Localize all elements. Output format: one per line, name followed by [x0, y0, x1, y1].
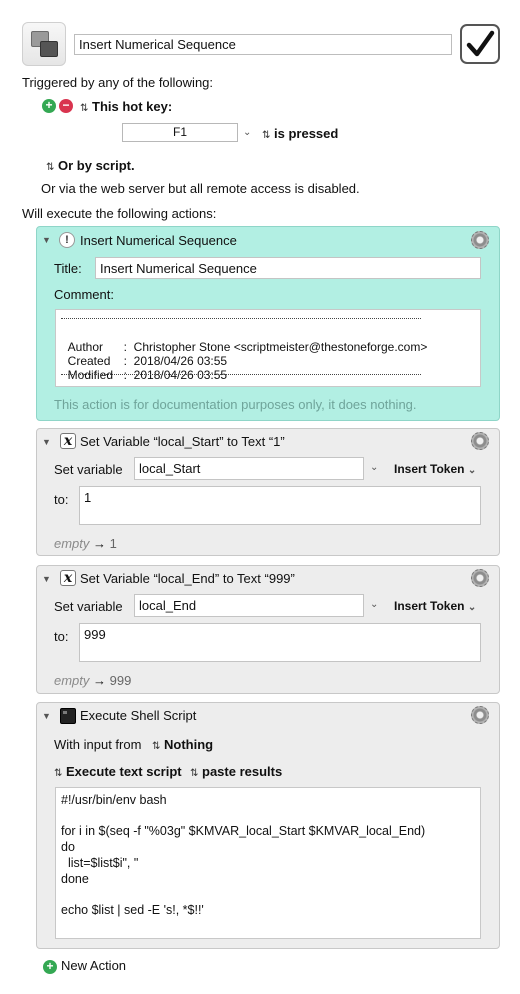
script-line: do: [61, 840, 75, 854]
comment-footer: This action is for documentation purpose…: [54, 397, 417, 412]
variable-name-field[interactable]: local_End: [134, 594, 364, 617]
action-title: Set Variable “local_End” to Text “999”: [80, 571, 295, 586]
add-icon[interactable]: +: [43, 960, 57, 974]
remove-trigger-icon[interactable]: −: [59, 99, 73, 113]
chevron-down-icon[interactable]: ⌄: [370, 599, 378, 610]
script-line: for i in $(seq -f "%03g" $KMVAR_local_St…: [61, 824, 426, 838]
hotkey-trigger-selector[interactable]: ⇅ This hot key:: [80, 99, 172, 114]
disclosure-triangle-icon[interactable]: ▼: [42, 711, 51, 721]
updown-icon: ⇅: [152, 741, 161, 752]
value-preview: empty → 999: [54, 673, 132, 688]
input-from-label: With input from: [54, 737, 142, 752]
action-title: Set Variable “local_Start” to Text “1”: [80, 434, 285, 449]
hotkey-field[interactable]: F1: [122, 123, 238, 142]
script-line: done: [61, 872, 89, 886]
web-server-note: Or via the web server but all remote acc…: [41, 181, 360, 196]
comment-title-field[interactable]: Insert Numerical Sequence: [95, 257, 481, 279]
macro-name-field[interactable]: Insert Numerical Sequence: [74, 34, 452, 55]
to-label: to:: [54, 629, 69, 644]
to-label: to:: [54, 492, 69, 507]
insert-token-button[interactable]: Insert Token ⌄: [394, 462, 476, 476]
comment-label: Comment:: [54, 287, 114, 302]
new-action-button[interactable]: New Action: [61, 958, 126, 973]
gear-icon[interactable]: [471, 706, 489, 724]
value-preview: empty → 1: [54, 536, 117, 551]
variable-icon: x: [60, 433, 76, 449]
variable-value-field[interactable]: 1: [79, 486, 481, 525]
action-title: Execute Shell Script: [80, 708, 197, 723]
divider: [61, 374, 421, 375]
disclosure-triangle-icon[interactable]: ▼: [42, 235, 51, 245]
disclosure-triangle-icon[interactable]: ▼: [42, 574, 51, 584]
divider: [61, 318, 421, 319]
comment-icon: !: [59, 232, 75, 248]
macro-group-icon: [22, 22, 66, 66]
chevron-down-icon: ⌄: [467, 602, 477, 613]
gear-icon[interactable]: [471, 569, 489, 587]
comment-line: Modified:2018/04/26 03:55: [67, 368, 228, 382]
script-trigger-selector[interactable]: ⇅ Or by script.: [46, 158, 135, 173]
input-source-selector[interactable]: ⇅ Nothing: [152, 737, 213, 752]
updown-icon: ⇅: [46, 162, 55, 173]
insert-token-button[interactable]: Insert Token ⌄: [394, 599, 476, 613]
add-trigger-icon[interactable]: +: [42, 99, 56, 113]
script-mode-selector[interactable]: ⇅ Execute text script: [54, 764, 182, 779]
variable-icon: x: [60, 570, 76, 586]
chevron-down-icon: ⌄: [467, 465, 477, 476]
variable-name-field[interactable]: local_Start: [134, 457, 364, 480]
macro-enabled-checkbox[interactable]: [460, 24, 500, 64]
set-variable-label: Set variable: [54, 599, 123, 614]
action-title: Insert Numerical Sequence: [80, 233, 237, 248]
script-line: list=$list$i", ": [61, 856, 139, 870]
terminal-icon: [60, 708, 76, 724]
disclosure-triangle-icon[interactable]: ▼: [42, 437, 51, 447]
updown-icon: ⇅: [54, 768, 63, 779]
updown-icon: ⇅: [262, 130, 271, 141]
chevron-down-icon[interactable]: ⌄: [243, 127, 251, 138]
variable-value-field[interactable]: 999: [79, 623, 481, 662]
gear-icon[interactable]: [471, 231, 489, 249]
actions-heading: Will execute the following actions:: [22, 206, 217, 221]
triggers-heading: Triggered by any of the following:: [22, 75, 214, 90]
set-variable-label: Set variable: [54, 462, 123, 477]
chevron-down-icon[interactable]: ⌄: [370, 462, 378, 473]
title-label: Title:: [54, 261, 82, 276]
script-line: echo $list | sed -E 's!, *$!!': [61, 903, 204, 917]
gear-icon[interactable]: [471, 432, 489, 450]
hotkey-condition-selector[interactable]: ⇅ is pressed: [262, 126, 338, 141]
script-line: #!/usr/bin/env bash: [61, 793, 167, 807]
checkmark-icon: [466, 30, 495, 57]
output-selector[interactable]: ⇅ paste results: [190, 764, 282, 779]
updown-icon: ⇅: [80, 103, 89, 114]
updown-icon: ⇅: [190, 768, 199, 779]
